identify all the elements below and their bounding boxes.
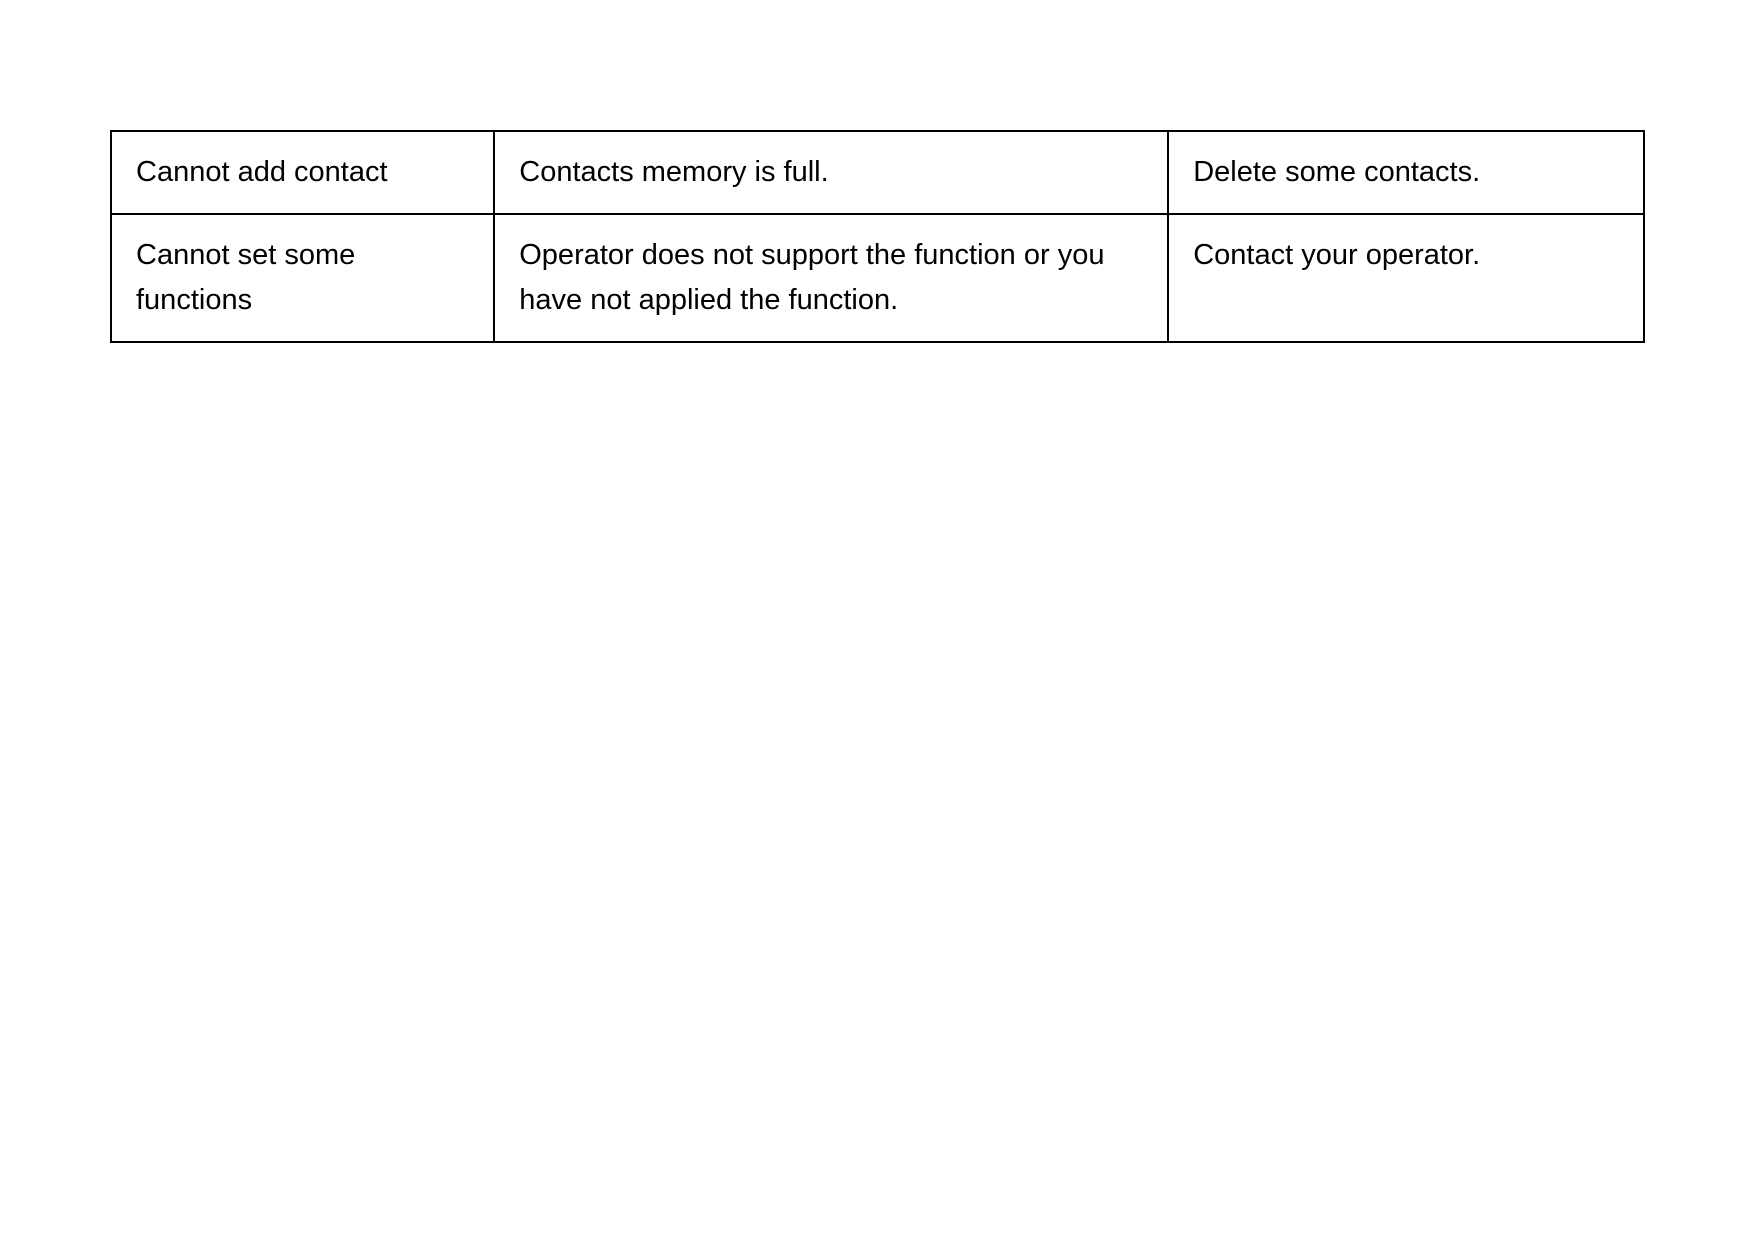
cause-cell: Contacts memory is full. <box>494 131 1168 214</box>
solution-cell: Contact your operator. <box>1168 214 1644 342</box>
table-row: Cannot add contact Contacts memory is fu… <box>111 131 1644 214</box>
table-row: Cannot set some functions Operator does … <box>111 214 1644 342</box>
problem-cell: Cannot set some functions <box>111 214 494 342</box>
solution-cell: Delete some contacts. <box>1168 131 1644 214</box>
cause-cell: Operator does not support the function o… <box>494 214 1168 342</box>
troubleshooting-table: Cannot add contact Contacts memory is fu… <box>110 130 1645 343</box>
problem-cell: Cannot add contact <box>111 131 494 214</box>
